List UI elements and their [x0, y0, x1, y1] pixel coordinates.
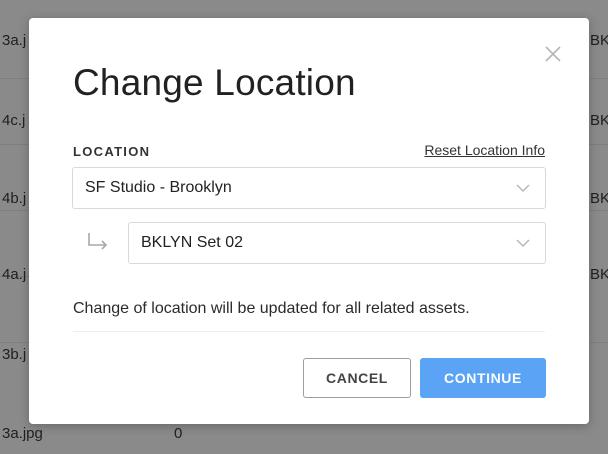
reset-location-link[interactable]: Reset Location Info [424, 142, 545, 158]
location-cell: BK [590, 112, 608, 129]
change-location-dialog: Change Location LOCATION Reset Location … [29, 18, 589, 424]
file-name-cell: 4c.j [2, 112, 26, 129]
chevron-down-icon [516, 184, 530, 193]
count-cell: 0 [174, 425, 183, 442]
file-name-cell: 4b.j [2, 190, 27, 207]
location-select[interactable]: SF Studio - Brooklyn [72, 167, 546, 209]
location-select-value: SF Studio - Brooklyn [85, 179, 232, 196]
file-name-cell: 3a.j [2, 32, 27, 49]
cancel-button[interactable]: CANCEL [303, 358, 411, 398]
dialog-title: Change Location [73, 62, 356, 103]
sublocation-select-value: BKLYN Set 02 [141, 234, 243, 251]
close-icon[interactable] [543, 44, 563, 64]
location-cell: BK [590, 190, 608, 207]
sublocation-arrow-icon [88, 233, 108, 250]
divider [73, 331, 545, 332]
location-label: LOCATION [73, 144, 151, 159]
sublocation-select[interactable]: BKLYN Set 02 [128, 222, 546, 264]
continue-button[interactable]: CONTINUE [420, 358, 546, 398]
location-cell: BK [590, 32, 608, 49]
location-change-note: Change of location will be updated for a… [73, 300, 470, 317]
chevron-down-icon [516, 239, 530, 248]
file-name-cell: 3a.jpg [2, 425, 43, 442]
